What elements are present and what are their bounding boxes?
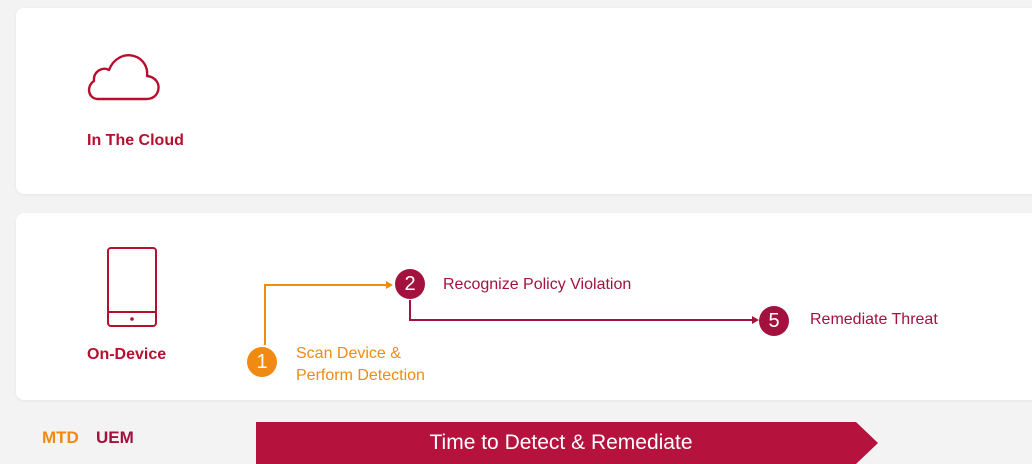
connector-1-to-2 (264, 284, 386, 345)
connector-2-to-5 (409, 300, 752, 321)
arrowhead-1-to-2 (386, 281, 393, 289)
step-1-label-line2: Perform Detection (296, 367, 425, 384)
step-5-label: Remediate Threat (810, 311, 938, 328)
timeline-label: Time to Detect & Remediate (429, 431, 693, 454)
flow-connectors (264, 281, 759, 345)
step-2-badge: 2 (395, 269, 425, 299)
step-1-badge: 1 (247, 347, 277, 377)
legend-uem: UEM (96, 428, 134, 447)
arrowhead-2-to-5 (752, 316, 759, 324)
step-2-label: Recognize Policy Violation (443, 276, 632, 293)
legend-mtd: MTD (42, 428, 79, 447)
step-5-badge: 5 (759, 306, 789, 336)
step-1-label-line1: Scan Device & (296, 345, 401, 362)
